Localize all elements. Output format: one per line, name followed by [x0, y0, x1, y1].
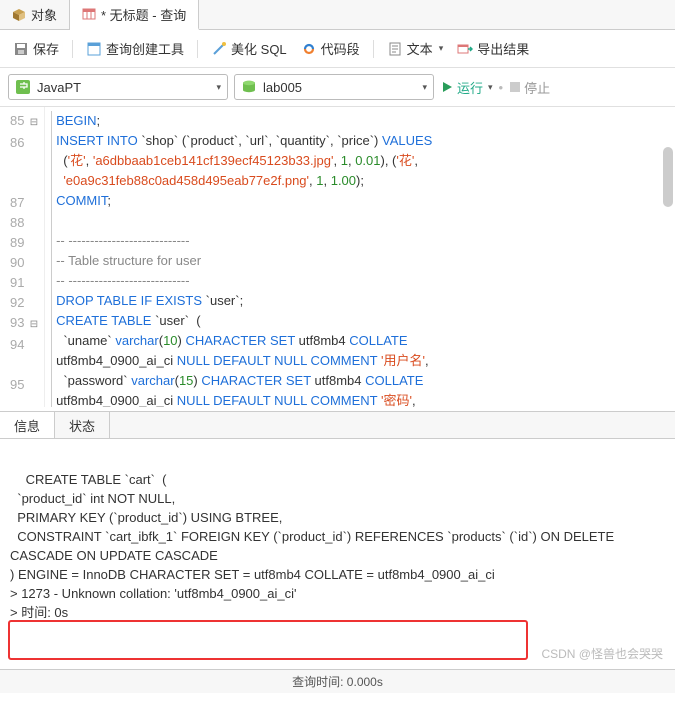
- export-result-button[interactable]: 导出结果: [452, 36, 534, 61]
- watermark: CSDN @怪兽也会哭哭: [541, 645, 663, 663]
- wand-icon: [211, 41, 227, 57]
- database-icon: [241, 79, 257, 95]
- tab-label: 对象: [31, 5, 57, 24]
- table-icon: [82, 7, 96, 21]
- chevron-down-icon: ▾: [488, 82, 493, 93]
- tab-query[interactable]: * 无标题 - 查询: [70, 0, 199, 30]
- separator: [197, 40, 198, 58]
- document-icon: [387, 41, 403, 57]
- query-time-label: 查询时间: 0.000s: [292, 673, 383, 690]
- output-panel[interactable]: CREATE TABLE `cart` ( `product_id` int N…: [0, 439, 675, 669]
- save-icon: [13, 41, 29, 57]
- stop-icon: [509, 81, 521, 93]
- save-button[interactable]: 保存: [8, 36, 64, 61]
- play-icon: [440, 80, 454, 94]
- vertical-scrollbar[interactable]: [663, 147, 673, 207]
- plug-icon: [15, 79, 31, 95]
- chevron-down-icon: ▾: [439, 43, 444, 54]
- sql-editor[interactable]: 85 ⊟86 87 88 89 90 91 92 93 ⊟94 95 96 BE…: [0, 107, 675, 407]
- stop-button: 停止: [509, 78, 550, 97]
- cube-icon: [12, 8, 26, 22]
- beautify-sql-button[interactable]: 美化 SQL: [206, 36, 292, 61]
- separator: [373, 40, 374, 58]
- run-button[interactable]: 运行 ▾: [440, 78, 493, 97]
- query-builder-button[interactable]: 查询创建工具: [81, 36, 189, 61]
- chevron-down-icon: ▾: [216, 82, 221, 93]
- connection-bar: JavaPT ▾ lab005 ▾ 运行 ▾ • 停止: [0, 68, 675, 107]
- output-text: CREATE TABLE `cart` ( `product_id` int N…: [10, 472, 618, 620]
- tab-status[interactable]: 状态: [55, 412, 110, 438]
- result-tabs: 信息 状态: [0, 411, 675, 439]
- tab-object[interactable]: 对象: [0, 0, 70, 29]
- export-icon: [457, 41, 473, 57]
- status-bar: 查询时间: 0.000s: [0, 669, 675, 693]
- code-area[interactable]: BEGIN;INSERT INTO `shop` (`product`, `ur…: [45, 107, 675, 407]
- code-snippet-button[interactable]: 代码段: [296, 36, 365, 61]
- separator-dot: •: [499, 80, 504, 95]
- line-gutter: 85 ⊟86 87 88 89 90 91 92 93 ⊟94 95 96: [0, 107, 45, 407]
- separator: [72, 40, 73, 58]
- snippet-icon: [301, 41, 317, 57]
- tab-info[interactable]: 信息: [0, 412, 55, 438]
- builder-icon: [86, 41, 102, 57]
- main-toolbar: 保存 查询创建工具 美化 SQL 代码段 文本 ▾ 导出结果: [0, 30, 675, 68]
- editor-tabs: 对象 * 无标题 - 查询: [0, 0, 675, 30]
- text-button[interactable]: 文本 ▾: [382, 36, 449, 61]
- connection-profile-combo[interactable]: JavaPT ▾: [8, 74, 228, 100]
- tab-label: * 无标题 - 查询: [101, 5, 186, 24]
- error-highlight-box: [8, 620, 528, 660]
- database-combo[interactable]: lab005 ▾: [234, 74, 434, 100]
- chevron-down-icon: ▾: [422, 82, 427, 93]
